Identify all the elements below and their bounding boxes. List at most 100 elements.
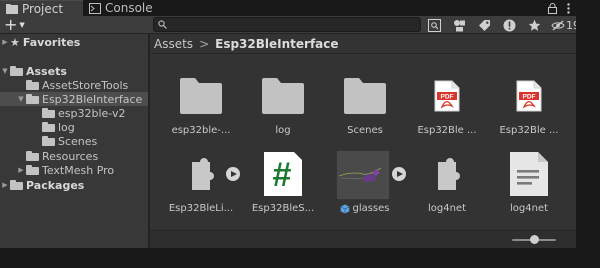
folder-tree: ▶ ★ Favorites ▼ Assets AssetStoreTools ▼… (0, 34, 148, 248)
prefab-cube-icon (341, 204, 350, 213)
search-type-icon (427, 18, 441, 32)
log-filter-button[interactable] (501, 17, 517, 33)
console-icon (89, 2, 101, 14)
label-filter-button[interactable] (476, 17, 492, 33)
asset-item-plugin[interactable]: Esp32BleLi... (156, 150, 240, 230)
tab-tools (548, 0, 570, 16)
chevron-down-icon[interactable]: ▼ (0, 67, 10, 75)
star-icon: ★ (10, 35, 20, 49)
plugin-icon (192, 158, 214, 190)
asset-label: glasses (352, 203, 390, 214)
tree-assets[interactable]: ▼ Assets (0, 64, 148, 78)
asset-item-folder[interactable]: esp32ble-... (156, 72, 238, 152)
breadcrumb: Assets > Esp32BleInterface (150, 34, 576, 54)
tree-assets-label: Assets (26, 64, 67, 78)
tree-packages[interactable]: ▶ Packages (0, 178, 148, 192)
asset-label: Scenes (347, 125, 383, 136)
folder-icon (344, 78, 386, 114)
toolbar-filter-icons: 19 (426, 16, 580, 34)
window-tab-bar: Project Console (0, 0, 576, 16)
asset-label: Esp32BleLi... (168, 203, 234, 214)
breadcrumb-root[interactable]: Assets (154, 37, 193, 51)
tree-item-label: Resources (42, 149, 99, 163)
more-options-icon[interactable] (567, 2, 570, 14)
tree-item-esp32ble-v2[interactable]: esp32ble-v2 (0, 106, 148, 120)
plugin-icon (438, 158, 460, 190)
tree-item-label: TextMesh Pro (42, 163, 115, 177)
tree-favorites[interactable]: ▶ ★ Favorites (0, 35, 148, 49)
asset-label: esp32ble-... (171, 125, 231, 136)
asset-label: Esp32Ble ... (499, 125, 559, 136)
window-edge-bottom (0, 248, 600, 268)
folder-icon (10, 66, 23, 76)
folder-icon (26, 165, 39, 175)
tree-item-label: AssetStoreTools (42, 78, 129, 92)
tab-project[interactable]: Project (0, 0, 83, 16)
asset-footer (150, 230, 576, 248)
script-glyph: # (273, 156, 292, 194)
lock-icon[interactable] (548, 2, 557, 14)
tree-favorites-label: Favorites (22, 35, 81, 49)
tree-item-label: Esp32BleInterface (42, 92, 143, 106)
asset-label: log (275, 125, 291, 136)
tree-item-textmeshpro[interactable]: ▶ TextMesh Pro (0, 163, 148, 177)
tab-console[interactable]: Console (83, 0, 163, 16)
tree-item-label: esp32ble-v2 (58, 106, 126, 120)
tab-console-label: Console (105, 1, 153, 15)
zoom-slider-thumb[interactable] (529, 235, 539, 244)
asset-label: log4net (427, 203, 467, 214)
folder-icon (26, 151, 39, 161)
asset-item-text[interactable]: log4net (484, 150, 566, 230)
search-icon (158, 20, 167, 29)
folder-icon (42, 108, 55, 118)
asset-label-row: glasses (320, 203, 410, 214)
tree-item-assetstoretools[interactable]: AssetStoreTools (0, 78, 148, 92)
breadcrumb-current[interactable]: Esp32BleInterface (215, 37, 338, 51)
project-toolbar: + ▼ 19 (0, 16, 580, 34)
create-button[interactable]: + ▼ (4, 17, 25, 33)
tree-item-log[interactable]: log (0, 120, 148, 134)
chevron-right-icon[interactable]: ▶ (0, 181, 10, 189)
shapes-icon (453, 19, 465, 31)
tree-item-esp32bleinterface[interactable]: ▼ Esp32BleInterface (0, 92, 148, 106)
pdf-badge: PDF (523, 93, 536, 100)
chevron-down-icon[interactable]: ▼ (16, 95, 26, 103)
asset-item-pdf[interactable]: PDF Esp32Ble ... (484, 72, 566, 152)
tree-item-resources[interactable]: Resources (0, 149, 148, 163)
search-input[interactable] (153, 17, 421, 32)
chevron-right-icon[interactable]: ▶ (16, 166, 26, 174)
breadcrumb-separator: > (199, 36, 210, 51)
text-document-icon (510, 152, 548, 196)
asset-label: Esp32BleS... (251, 203, 315, 214)
chevron-down-icon: ▼ (19, 21, 25, 29)
tree-packages-label: Packages (26, 178, 85, 192)
asset-item-model[interactable]: glasses (320, 150, 406, 230)
asset-item-pdf[interactable]: PDF Esp32Ble ... (402, 72, 484, 152)
folder-icon (42, 122, 55, 132)
asset-label: Esp32Ble ... (417, 125, 477, 136)
folder-icon (26, 94, 39, 104)
asset-item-folder[interactable]: log (238, 72, 320, 152)
model-preview-image (336, 150, 390, 200)
tree-item-label: log (58, 120, 75, 134)
csharp-script-icon: # (264, 152, 302, 196)
folder-icon (42, 136, 55, 146)
folder-icon (180, 78, 222, 114)
pdf-badge: PDF (441, 93, 454, 100)
pdf-icon: PDF (516, 80, 542, 112)
search-by-label-button[interactable] (451, 17, 467, 33)
search-by-type-button[interactable] (426, 17, 442, 33)
asset-item-script[interactable]: # Esp32BleS... (238, 150, 320, 230)
chevron-right-icon[interactable]: ▶ (0, 38, 10, 46)
tab-project-label: Project (22, 1, 64, 16)
folder-icon (26, 80, 39, 90)
folder-icon (10, 180, 23, 190)
star-icon (528, 19, 540, 31)
asset-label: log4net (509, 203, 549, 214)
create-plus: + (4, 15, 18, 34)
window-edge-right (576, 0, 600, 248)
asset-item-plugin[interactable]: log4net (402, 150, 484, 230)
asset-item-folder[interactable]: Scenes (320, 72, 402, 152)
tree-item-scenes[interactable]: Scenes (0, 134, 148, 148)
favorite-button[interactable] (526, 17, 542, 33)
